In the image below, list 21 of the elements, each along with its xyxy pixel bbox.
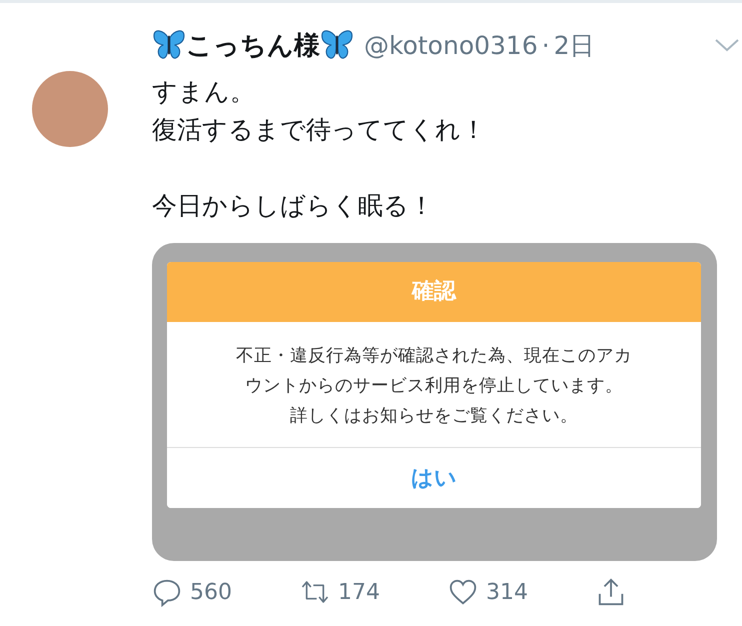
retweet-count: 174 [338, 580, 380, 604]
butterfly-icon [152, 30, 186, 60]
dialog-title: 確認 [167, 262, 701, 322]
timestamp[interactable]: 2日 [554, 28, 595, 62]
tweet-text-line: 復活するまで待っててくれ！ [152, 115, 486, 144]
share-icon [596, 577, 626, 607]
tweet-text-line: すまん。 [152, 77, 255, 106]
reply-count: 560 [190, 580, 232, 604]
user-handle[interactable]: @kotono0316 [364, 30, 538, 60]
attached-screenshot[interactable]: 確認 不正・違反行為等が確認された為、現在このアカ ウントからのサービス利用を停止しています。 詳しくはお知らせをご覧ください。 はい [152, 243, 717, 561]
dialog-message-line: 詳しくはお知らせをご覧ください。 [290, 406, 578, 426]
dialog-message-line: ウントからのサービス利用を停止しています。 [245, 376, 623, 396]
reply-icon [152, 577, 182, 607]
separator-dot: · [542, 30, 550, 60]
tweet-text-line: 今日からしばらく眠る！ [152, 191, 434, 220]
heart-icon [448, 577, 478, 607]
dialog-message-line: 不正・違反行為等が確認された為、現在このアカ [236, 346, 632, 366]
display-name[interactable]: こっちん様 [186, 28, 320, 62]
butterfly-icon [320, 30, 354, 60]
chevron-down-icon[interactable] [714, 37, 740, 53]
like-count: 314 [486, 580, 528, 604]
